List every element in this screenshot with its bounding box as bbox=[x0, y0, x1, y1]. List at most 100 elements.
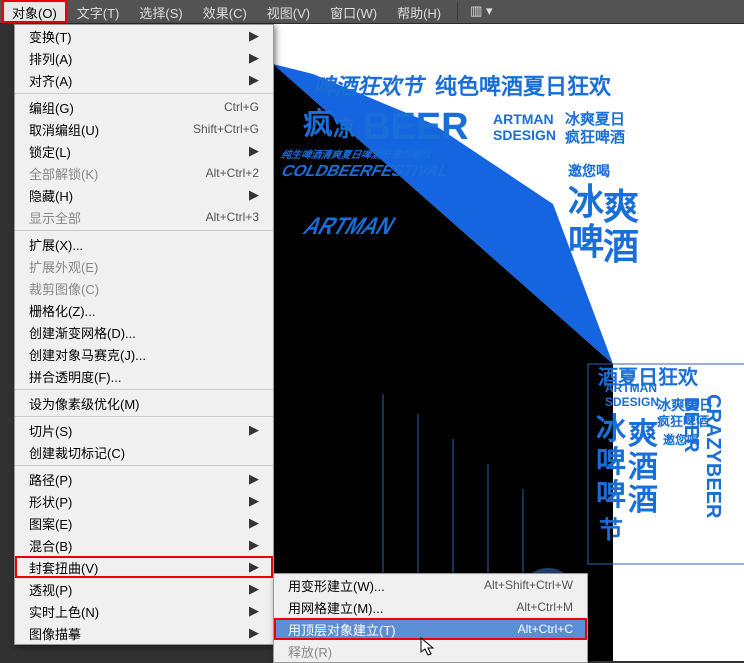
menu-shortcut: Shift+Ctrl+G bbox=[193, 122, 259, 136]
menu-item-label: 创建对象马赛克(J)... bbox=[29, 345, 259, 364]
svg-text:凉: 凉 bbox=[333, 116, 355, 141]
menu-item[interactable]: 创建裁切标记(C) bbox=[15, 441, 273, 463]
menubar-item-type[interactable]: 文字(T) bbox=[67, 0, 130, 23]
menu-item[interactable]: 图案(E)▶ bbox=[15, 512, 273, 534]
svg-text:BEER: BEER bbox=[363, 106, 469, 148]
menu-item-label: 透视(P) bbox=[29, 580, 249, 599]
menu-item-label: 封套扭曲(V) bbox=[29, 558, 249, 577]
svg-text:BEER: BEER bbox=[680, 397, 702, 453]
menu-item[interactable]: 隐藏(H)▶ bbox=[15, 184, 273, 206]
menu-item[interactable]: 实时上色(N)▶ bbox=[15, 600, 273, 622]
menu-item[interactable]: 图像描摹▶ bbox=[15, 622, 273, 644]
toolbar-dropdown-icon[interactable]: ▥ ▾ bbox=[464, 0, 498, 23]
menu-shortcut: Ctrl+G bbox=[224, 100, 259, 114]
menu-item[interactable]: 锁定(L)▶ bbox=[15, 140, 273, 162]
menubar-item-select[interactable]: 选择(S) bbox=[129, 0, 192, 23]
menu-item-label: 显示全部 bbox=[29, 208, 206, 227]
menu-item-label: 图案(E) bbox=[29, 514, 249, 533]
menu-item-label: 设为像素级优化(M) bbox=[29, 394, 259, 413]
menu-item[interactable]: 混合(B)▶ bbox=[15, 534, 273, 556]
submenu-arrow-icon: ▶ bbox=[249, 50, 259, 66]
menu-item[interactable]: 封套扭曲(V)▶ bbox=[15, 556, 273, 578]
menu-item-label: 形状(P) bbox=[29, 492, 249, 511]
menu-shortcut: Alt+Ctrl+2 bbox=[206, 166, 259, 180]
menubar-item-effect[interactable]: 效果(C) bbox=[193, 0, 257, 23]
menu-item-label: 扩展(X)... bbox=[29, 235, 259, 254]
menu-item[interactable]: 对齐(A)▶ bbox=[15, 69, 273, 91]
svg-text:ARTMAN: ARTMAN bbox=[493, 111, 554, 127]
canvas[interactable]: 啤酒狂欢节 纯色啤酒夏日狂欢 疯 凉 BEER ARTMAN SDESIGN 冰… bbox=[273, 24, 744, 661]
svg-text:冰: 冰 bbox=[568, 181, 605, 222]
menu-item[interactable]: 栅格化(Z)... bbox=[15, 299, 273, 321]
submenu-item[interactable]: 用变形建立(W)...Alt+Shift+Ctrl+W bbox=[274, 574, 587, 596]
object-menu-dropdown: 变换(T)▶排列(A)▶对齐(A)▶编组(G)Ctrl+G取消编组(U)Shif… bbox=[14, 24, 274, 645]
menu-divider bbox=[15, 416, 273, 417]
menu-item-label: 混合(B) bbox=[29, 536, 249, 555]
menu-item-label: 对齐(A) bbox=[29, 71, 249, 90]
svg-text:疯狂啤酒: 疯狂啤酒 bbox=[565, 128, 625, 146]
svg-text:啤: 啤 bbox=[568, 221, 604, 262]
menubar-item-help[interactable]: 帮助(H) bbox=[387, 0, 451, 23]
svg-text:CRAZYBEER: CRAZYBEER bbox=[702, 394, 724, 519]
menu-item-label: 排列(A) bbox=[29, 49, 249, 68]
menu-item: 裁剪图像(C) bbox=[15, 277, 273, 299]
artwork: 啤酒狂欢节 纯色啤酒夏日狂欢 疯 凉 BEER ARTMAN SDESIGN 冰… bbox=[273, 24, 744, 661]
svg-text:冰爽夏日: 冰爽夏日 bbox=[565, 110, 625, 128]
menu-item-label: 取消编组(U) bbox=[29, 120, 193, 139]
menu-item[interactable]: 创建渐变网格(D)... bbox=[15, 321, 273, 343]
svg-text:啤: 啤 bbox=[596, 446, 626, 479]
svg-text:SDESIGN: SDESIGN bbox=[605, 395, 659, 409]
submenu-item-label: 释放(R) bbox=[288, 642, 573, 661]
menu-item[interactable]: 取消编组(U)Shift+Ctrl+G bbox=[15, 118, 273, 140]
menu-item-label: 栅格化(Z)... bbox=[29, 301, 259, 320]
menubar-item-object[interactable]: 对象(O) bbox=[2, 0, 67, 23]
menu-item: 全部解锁(K)Alt+Ctrl+2 bbox=[15, 162, 273, 184]
submenu-arrow-icon: ▶ bbox=[249, 559, 259, 575]
envelope-distort-submenu: 用变形建立(W)...Alt+Shift+Ctrl+W用网格建立(M)...Al… bbox=[273, 573, 588, 663]
menu-item-label: 实时上色(N) bbox=[29, 602, 249, 621]
svg-text:冰: 冰 bbox=[596, 413, 627, 446]
menu-item[interactable]: 排列(A)▶ bbox=[15, 47, 273, 69]
menu-item: 扩展外观(E) bbox=[15, 255, 273, 277]
submenu-arrow-icon: ▶ bbox=[249, 537, 259, 553]
menu-item-label: 路径(P) bbox=[29, 470, 249, 489]
svg-text:疯: 疯 bbox=[303, 108, 333, 141]
submenu-arrow-icon: ▶ bbox=[249, 72, 259, 88]
submenu-arrow-icon: ▶ bbox=[249, 422, 259, 438]
menu-item-label: 全部解锁(K) bbox=[29, 164, 206, 183]
menu-item-label: 扩展外观(E) bbox=[29, 257, 259, 276]
menu-item[interactable]: 设为像素级优化(M) bbox=[15, 392, 273, 414]
menu-item[interactable]: 拼合透明度(F)... bbox=[15, 365, 273, 387]
menu-item[interactable]: 形状(P)▶ bbox=[15, 490, 273, 512]
menu-item-label: 锁定(L) bbox=[29, 142, 249, 161]
menu-item-label: 裁剪图像(C) bbox=[29, 279, 259, 298]
submenu-arrow-icon: ▶ bbox=[249, 143, 259, 159]
menu-item[interactable]: 透视(P)▶ bbox=[15, 578, 273, 600]
submenu-arrow-icon: ▶ bbox=[249, 187, 259, 203]
menu-item[interactable]: 变换(T)▶ bbox=[15, 25, 273, 47]
menu-shortcut: Alt+Ctrl+3 bbox=[206, 210, 259, 224]
svg-text:ARTMAN: ARTMAN bbox=[605, 381, 657, 395]
svg-text:啤酒狂欢节: 啤酒狂欢节 bbox=[313, 74, 427, 99]
svg-text:ARTMAN: ARTMAN bbox=[298, 213, 400, 240]
menubar-item-view[interactable]: 视图(V) bbox=[257, 0, 320, 23]
menu-item-label: 隐藏(H) bbox=[29, 186, 249, 205]
submenu-arrow-icon: ▶ bbox=[249, 515, 259, 531]
svg-text:节: 节 bbox=[599, 517, 623, 544]
menu-divider bbox=[15, 465, 273, 466]
menu-item[interactable]: 切片(S)▶ bbox=[15, 419, 273, 441]
menu-item-label: 编组(G) bbox=[29, 98, 224, 117]
menu-item-label: 创建裁切标记(C) bbox=[29, 443, 259, 462]
menubar-item-window[interactable]: 窗口(W) bbox=[320, 0, 387, 23]
svg-text:纯生啤酒清爽夏日啤酒节邀您畅饮: 纯生啤酒清爽夏日啤酒节邀您畅饮 bbox=[279, 149, 435, 161]
submenu-item[interactable]: 用网格建立(M)...Alt+Ctrl+M bbox=[274, 596, 587, 618]
menu-item-label: 拼合透明度(F)... bbox=[29, 367, 259, 386]
submenu-item-label: 用变形建立(W)... bbox=[288, 576, 484, 595]
menu-item[interactable]: 路径(P)▶ bbox=[15, 468, 273, 490]
menu-shortcut: Alt+Ctrl+M bbox=[516, 600, 573, 614]
menu-item[interactable]: 创建对象马赛克(J)... bbox=[15, 343, 273, 365]
menu-item[interactable]: 编组(G)Ctrl+G bbox=[15, 96, 273, 118]
menu-item[interactable]: 扩展(X)... bbox=[15, 233, 273, 255]
submenu-item[interactable]: 用顶层对象建立(T)Alt+Ctrl+C bbox=[274, 618, 587, 640]
submenu-item-label: 用顶层对象建立(T) bbox=[288, 620, 518, 639]
